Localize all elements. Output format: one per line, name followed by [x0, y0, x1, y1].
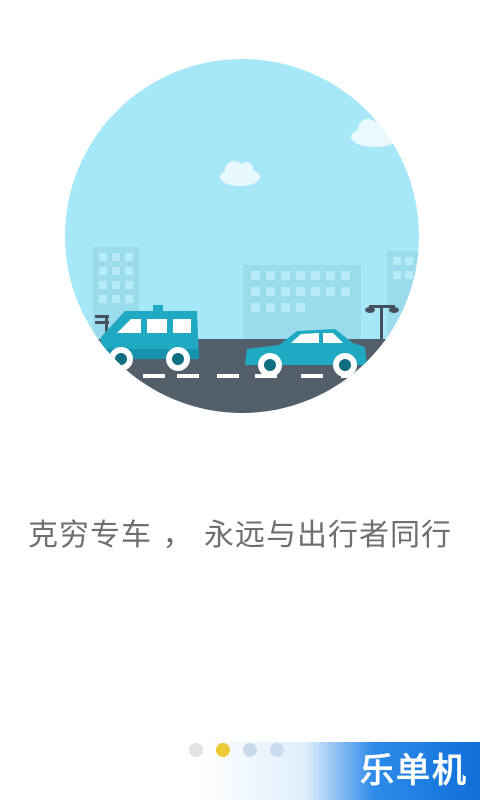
watermark-banner: 乐单机 [200, 742, 480, 800]
onboarding-tagline: 克穷专车 ， 永远与出行者同行 [27, 518, 453, 553]
onboarding-illustration [65, 59, 419, 413]
city-street-illustration [65, 59, 419, 413]
watermark-logo: 乐单机 [360, 751, 468, 791]
